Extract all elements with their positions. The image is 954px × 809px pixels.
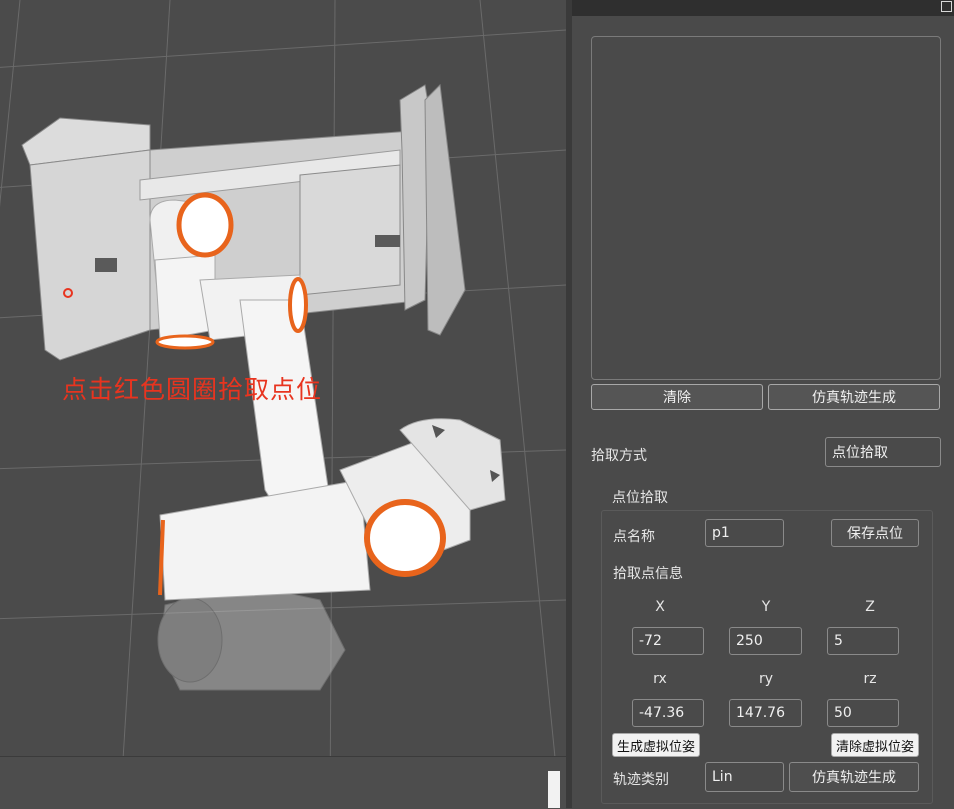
viewport-bottom-bar <box>0 756 566 809</box>
ry-label: ry <box>758 671 774 687</box>
control-panel: 清除 仿真轨迹生成 拾取方式 点位拾取 点位拾取 点名称 p1 保存点位 拾取点… <box>572 0 954 808</box>
rz-label: rz <box>863 671 877 687</box>
rx-input[interactable]: -47.36 <box>632 699 704 727</box>
x-input[interactable]: -72 <box>632 627 704 655</box>
rx-label: rx <box>653 671 667 687</box>
y-input[interactable]: 250 <box>729 627 802 655</box>
save-point-button[interactable]: 保存点位 <box>831 519 919 547</box>
group-title: 点位拾取 <box>612 490 668 506</box>
pick-info-label: 拾取点信息 <box>613 566 683 582</box>
ry-input[interactable]: 147.76 <box>729 699 802 727</box>
pick-method-label: 拾取方式 <box>591 448 647 464</box>
z-input[interactable]: 5 <box>827 627 899 655</box>
3d-viewport[interactable]: 点击红色圆圈拾取点位 <box>0 0 566 808</box>
scrollbar-thumb[interactable] <box>548 771 560 808</box>
simulate-trajectory-button-2[interactable]: 仿真轨迹生成 <box>789 762 919 792</box>
x-label: X <box>655 599 665 615</box>
output-textbox[interactable] <box>591 36 941 380</box>
z-label: Z <box>865 599 875 615</box>
clear-virtual-pose-button[interactable]: 清除虚拟位姿 <box>831 733 919 757</box>
y-label: Y <box>761 599 771 615</box>
rz-input[interactable]: 50 <box>827 699 899 727</box>
maximize-icon[interactable] <box>941 1 952 12</box>
clear-button[interactable]: 清除 <box>591 384 763 410</box>
trajectory-type-label: 轨迹类别 <box>613 772 669 788</box>
point-pick-group <box>601 510 933 804</box>
point-name-label: 点名称 <box>613 529 655 545</box>
point-name-input[interactable]: p1 <box>705 519 784 547</box>
trajectory-type-select[interactable]: Lin <box>705 762 784 792</box>
generate-virtual-pose-button[interactable]: 生成虚拟位姿 <box>612 733 700 757</box>
simulate-trajectory-button[interactable]: 仿真轨迹生成 <box>768 384 940 410</box>
pick-hint-text: 点击红色圆圈拾取点位 <box>62 375 323 404</box>
pick-method-select[interactable]: 点位拾取 <box>825 437 941 467</box>
robot-ghost <box>157 584 346 691</box>
panel-titlebar <box>572 0 954 16</box>
